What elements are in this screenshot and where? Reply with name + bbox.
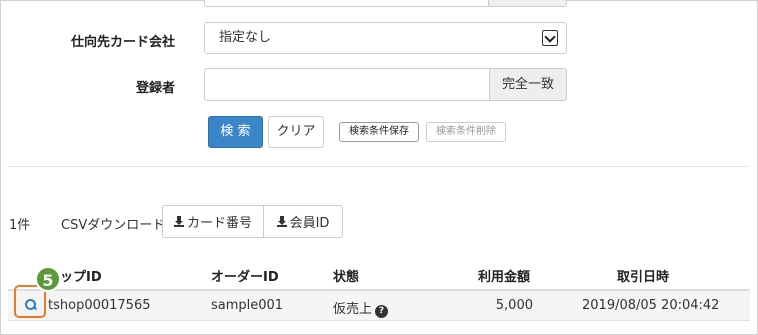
cell-shop-id: tshop00017565 xyxy=(48,298,151,313)
delete-conditions-button[interactable]: 検索条件削除 xyxy=(426,122,506,142)
step-number-badge: 5 xyxy=(35,266,61,292)
card-company-label: 仕向先カード会社 xyxy=(70,35,175,50)
csv-download-label: CSVダウンロード xyxy=(61,218,166,233)
header-status: 状態 xyxy=(333,270,360,285)
chevron-down-icon[interactable] xyxy=(542,30,558,46)
header-datetime: 取引日時 xyxy=(617,270,670,285)
cell-datetime: 2019/08/05 20:04:42 xyxy=(582,298,720,313)
card-company-select[interactable]: 指定なし xyxy=(204,22,567,54)
search-button[interactable]: 検 索 xyxy=(208,116,263,148)
section-divider xyxy=(8,166,750,167)
cutoff-input-row[interactable] xyxy=(204,0,567,7)
cutoff-input-addon[interactable] xyxy=(488,0,566,6)
card-company-value: 指定なし xyxy=(219,30,272,45)
csv-download-group: カード番号 会員ID xyxy=(162,205,343,238)
save-conditions-button[interactable]: 検索条件保存 xyxy=(339,122,419,142)
cell-order-id: sample001 xyxy=(211,298,284,313)
download-icon xyxy=(276,216,287,227)
exact-match-button[interactable]: 完全一致 xyxy=(489,68,567,101)
csv-member-id-label: 会員ID xyxy=(289,216,330,231)
csv-card-number-label: カード番号 xyxy=(186,216,252,231)
cell-status: 仮売上? xyxy=(333,298,389,318)
status-text: 仮売上 xyxy=(333,302,373,317)
question-circle-icon[interactable]: ? xyxy=(375,305,389,318)
result-count: 1件 xyxy=(9,218,31,233)
csv-card-number-button[interactable]: カード番号 xyxy=(163,206,263,237)
header-amount: 利用金額 xyxy=(478,270,531,285)
download-icon xyxy=(173,216,184,227)
registrant-label: 登録者 xyxy=(135,81,175,96)
clear-button[interactable]: クリア xyxy=(268,116,324,148)
header-shop-id: ップID xyxy=(60,270,102,285)
cell-amount: 5,000 xyxy=(495,298,533,313)
registrant-input[interactable] xyxy=(204,68,490,101)
header-order-id: オーダーID xyxy=(211,270,279,285)
csv-member-id-button[interactable]: 会員ID xyxy=(263,206,342,237)
